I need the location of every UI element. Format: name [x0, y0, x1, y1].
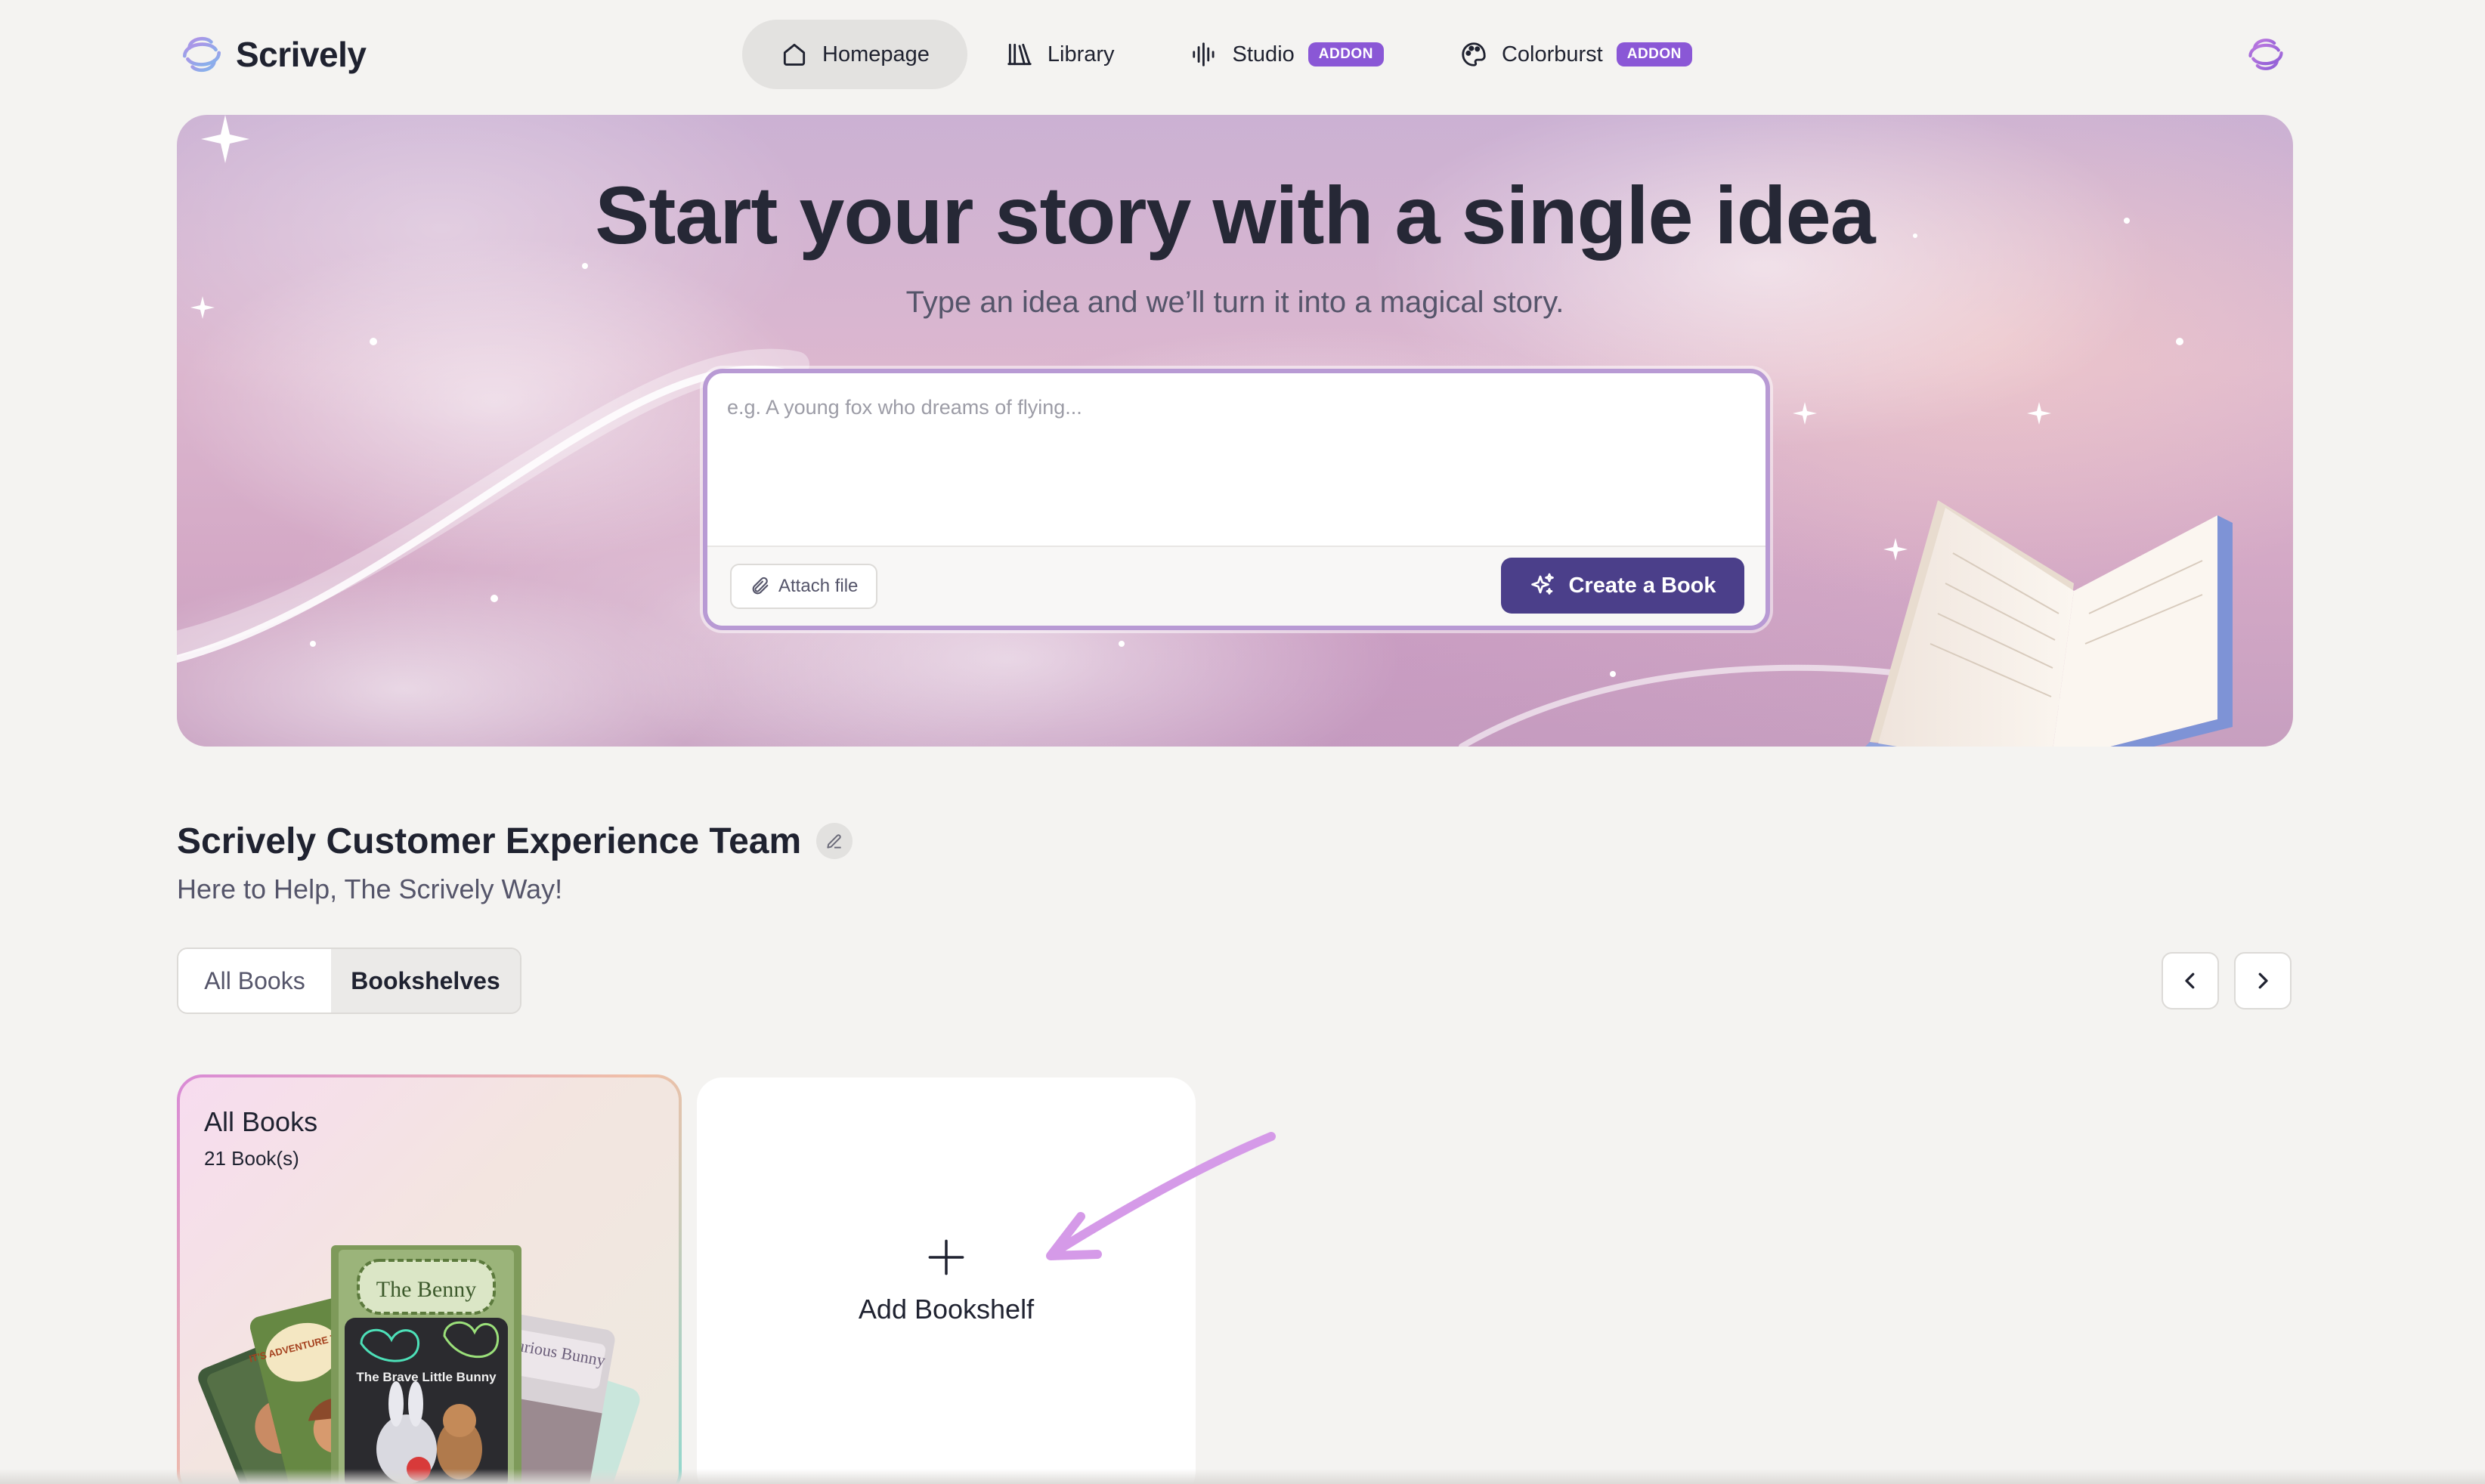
bookshelf-title: All Books [204, 1106, 318, 1137]
account-menu-icon[interactable] [2245, 33, 2287, 76]
paperclip-icon [752, 577, 769, 595]
edit-profile-button[interactable] [816, 823, 853, 859]
home-icon [783, 43, 806, 66]
palette-icon [1462, 42, 1486, 66]
top-nav: Scrively Homepage Library Studio ADDON C… [0, 0, 2485, 110]
tab-homepage[interactable]: Homepage [742, 20, 967, 89]
create-book-label: Create a Book [1568, 573, 1716, 598]
cover-title-bunny: The Brave Little Bunny [356, 1370, 497, 1384]
addon-badge: ADDON [1307, 42, 1384, 66]
previous-page-button[interactable] [2162, 952, 2219, 1009]
tab-colorburst[interactable]: Colorburst ADDON [1422, 20, 1730, 89]
profile-name: Scrively Customer Experience Team [177, 821, 802, 861]
tab-library-label: Library [1047, 42, 1115, 66]
annotation-arrow-icon [1046, 1132, 1276, 1260]
toggle-bookshelves[interactable]: Bookshelves [331, 949, 520, 1013]
book-cover-benny: The Benny The Brave Little Bunny [331, 1245, 521, 1484]
story-prompt-box: Attach file Create a Book [703, 369, 1770, 630]
bookshelf-card-body: All Books 21 Book(s) Curious Bunny IT'S … [180, 1077, 679, 1484]
tab-colorburst-label: Colorburst [1501, 42, 1603, 66]
attach-file-button[interactable]: Attach file [730, 564, 878, 609]
tab-studio-label: Studio [1232, 42, 1295, 66]
sparkles-icon [1531, 573, 1555, 595]
brand-logo[interactable]: Scrively [178, 27, 367, 82]
toggle-all-books[interactable]: All Books [178, 949, 331, 1013]
hero-subtitle: Type an idea and we’ll turn it into a ma… [905, 286, 1564, 319]
hero-title: Start your story with a single idea [595, 169, 1875, 261]
tab-studio[interactable]: Studio ADDON [1153, 20, 1422, 89]
pencil-icon [827, 834, 841, 849]
chevron-right-icon [2258, 972, 2268, 989]
chevron-left-icon [2185, 972, 2195, 989]
bookshelf-count: 21 Book(s) [204, 1147, 299, 1170]
prompt-footer: Attach file Create a Book [707, 546, 1765, 626]
next-page-button[interactable] [2234, 952, 2292, 1009]
story-idea-input[interactable] [707, 373, 1765, 546]
scrively-logo-icon [182, 36, 221, 73]
main-tabs: Homepage Library Studio ADDON Colorburst… [742, 20, 1730, 89]
bookshelf-card[interactable]: All Books 21 Book(s) Curious Bunny IT'S … [177, 1074, 682, 1484]
brand-name: Scrively [236, 35, 367, 74]
addon-badge: ADDON [1616, 42, 1692, 66]
tab-library[interactable]: Library [967, 20, 1153, 89]
hero-banner: Start your story with a single idea Type… [177, 115, 2293, 747]
tab-homepage-label: Homepage [822, 42, 930, 66]
profile-header: Scrively Customer Experience Team [177, 815, 853, 867]
cover-title-benny: The Benny [376, 1277, 476, 1302]
add-bookshelf-label: Add Bookshelf [858, 1294, 1035, 1325]
audio-wave-icon [1192, 42, 1215, 66]
view-toggle: All Books Bookshelves [177, 948, 521, 1014]
attach-file-label: Attach file [778, 576, 859, 596]
book-covers-stack: Curious Bunny IT'S ADVENTURE TIME The Be… [198, 1245, 640, 1484]
books-icon [1007, 43, 1032, 66]
create-book-button[interactable]: Create a Book [1501, 558, 1744, 614]
bottom-edge-shadow [0, 1469, 2485, 1484]
profile-tagline: Here to Help, The Scrively Way! [177, 873, 563, 904]
plus-icon [928, 1239, 964, 1275]
